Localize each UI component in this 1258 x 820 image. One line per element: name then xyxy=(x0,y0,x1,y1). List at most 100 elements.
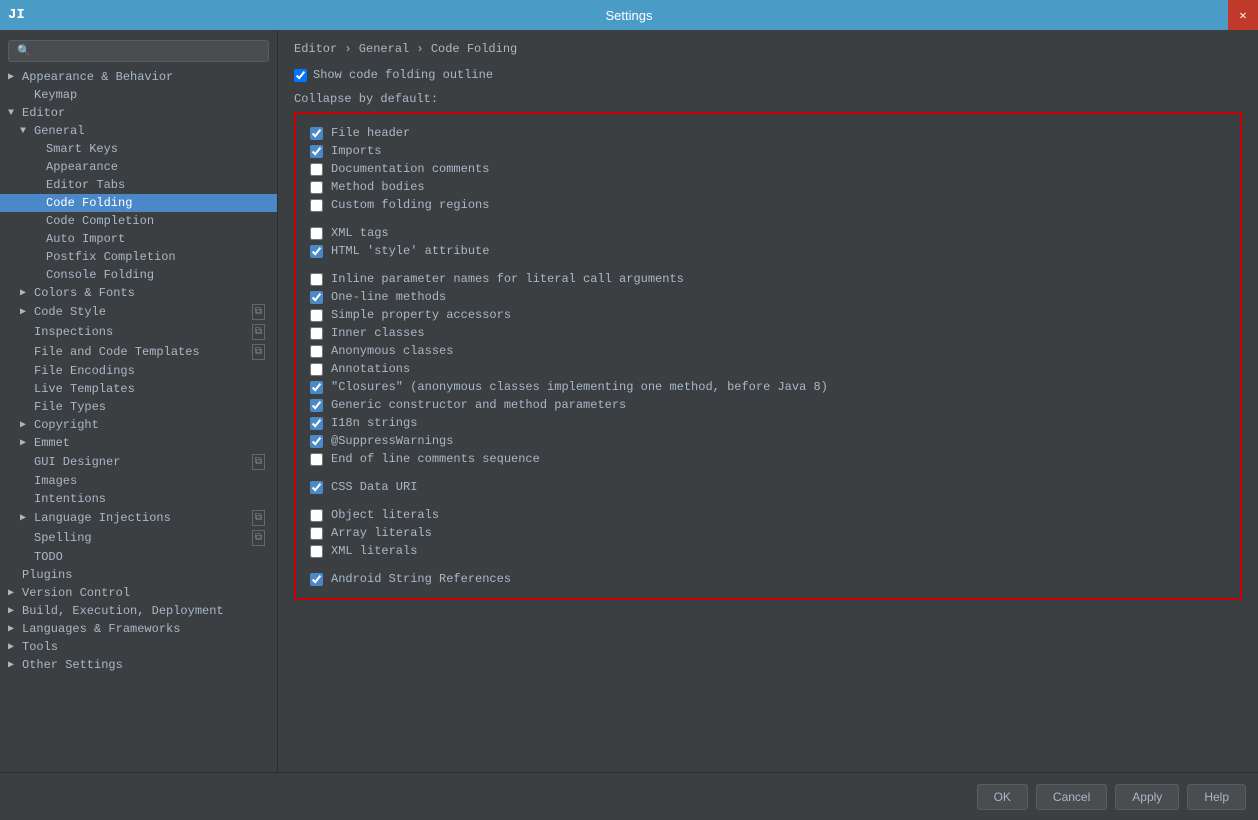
sidebar-item-code-folding[interactable]: Code Folding xyxy=(0,194,277,212)
checkbox-row-imports: Imports xyxy=(310,142,1226,160)
sidebar-item-label: Tools xyxy=(22,640,58,654)
sidebar-item-appearance[interactable]: Appearance xyxy=(0,158,277,176)
checkbox-array-literals[interactable] xyxy=(310,527,323,540)
apply-button[interactable]: Apply xyxy=(1115,784,1179,810)
checkbox-row-closures: "Closures" (anonymous classes implementi… xyxy=(310,378,1226,396)
sidebar-item-copyright[interactable]: ▶Copyright xyxy=(0,416,277,434)
checkbox-label-method-bodies: Method bodies xyxy=(331,180,425,194)
sidebar-item-appearance-behavior[interactable]: ▶Appearance & Behavior xyxy=(0,68,277,86)
folding-options-box: File header Imports Documentation comments… xyxy=(294,112,1242,600)
sidebar-item-label: GUI Designer xyxy=(34,455,120,469)
sidebar-item-todo[interactable]: TODO xyxy=(0,548,277,566)
sidebar-item-label: File and Code Templates xyxy=(34,345,200,359)
checkbox-file-header[interactable] xyxy=(310,127,323,140)
checkbox-row-generic-constructor: Generic constructor and method parameter… xyxy=(310,396,1226,414)
sidebar-item-file-encodings[interactable]: File Encodings xyxy=(0,362,277,380)
sidebar-item-label: Inspections xyxy=(34,325,113,339)
sidebar-item-code-completion[interactable]: Code Completion xyxy=(0,212,277,230)
checkbox-inner-classes[interactable] xyxy=(310,327,323,340)
help-button[interactable]: Help xyxy=(1187,784,1246,810)
ok-button[interactable]: OK xyxy=(977,784,1028,810)
copy-icon: ⧉ xyxy=(252,304,265,320)
sidebar-item-version-control[interactable]: ▶Version Control xyxy=(0,584,277,602)
sidebar-item-general[interactable]: ▼General xyxy=(0,122,277,140)
checkbox-doc-comments[interactable] xyxy=(310,163,323,176)
checkbox-android-string[interactable] xyxy=(310,573,323,586)
search-input[interactable] xyxy=(36,44,260,58)
checkbox-inline-param[interactable] xyxy=(310,273,323,286)
show-outline-checkbox[interactable] xyxy=(294,69,307,82)
sidebar-item-other-settings[interactable]: ▶Other Settings xyxy=(0,656,277,674)
show-outline-label: Show code folding outline xyxy=(313,68,493,82)
checkbox-xml-literals[interactable] xyxy=(310,545,323,558)
checkbox-label-annotations: Annotations xyxy=(331,362,410,376)
checkbox-group-separator xyxy=(310,468,1226,478)
checkbox-anonymous-classes[interactable] xyxy=(310,345,323,358)
sidebar-item-label: Editor Tabs xyxy=(46,178,125,192)
checkbox-imports[interactable] xyxy=(310,145,323,158)
sidebar-item-emmet[interactable]: ▶Emmet xyxy=(0,434,277,452)
sidebar-item-postfix-completion[interactable]: Postfix Completion xyxy=(0,248,277,266)
sidebar-item-keymap[interactable]: Keymap xyxy=(0,86,277,104)
sidebar-item-colors-fonts[interactable]: ▶Colors & Fonts xyxy=(0,284,277,302)
checkbox-label-xml-tags: XML tags xyxy=(331,226,389,240)
close-button[interactable]: ✕ xyxy=(1228,0,1258,30)
sidebar-item-auto-import[interactable]: Auto Import xyxy=(0,230,277,248)
checkbox-label-anonymous-classes: Anonymous classes xyxy=(331,344,453,358)
checkbox-label-doc-comments: Documentation comments xyxy=(331,162,489,176)
sidebar-item-label: Language Injections xyxy=(34,511,171,525)
sidebar-item-plugins[interactable]: Plugins xyxy=(0,566,277,584)
checkbox-label-file-header: File header xyxy=(331,126,410,140)
search-icon: 🔍 xyxy=(17,44,31,58)
sidebar-item-tools[interactable]: ▶ Tools xyxy=(0,638,277,656)
checkbox-custom-folding[interactable] xyxy=(310,199,323,212)
checkbox-css-data-uri[interactable] xyxy=(310,481,323,494)
checkbox-method-bodies[interactable] xyxy=(310,181,323,194)
sidebar-item-label: Other Settings xyxy=(22,658,123,672)
checkbox-row-array-literals: Array literals xyxy=(310,524,1226,542)
search-box[interactable]: 🔍 xyxy=(8,40,269,62)
checkbox-i18n[interactable] xyxy=(310,417,323,430)
sidebar-item-languages-frameworks[interactable]: ▶Languages & Frameworks xyxy=(0,620,277,638)
sidebar: 🔍 ▶Appearance & Behavior Keymap ▼Editor▼Ge… xyxy=(0,30,278,772)
sidebar-item-label: Keymap xyxy=(34,88,77,102)
copy-icon: ⧉ xyxy=(252,324,265,340)
checkbox-xml-tags[interactable] xyxy=(310,227,323,240)
sidebar-item-language-injections[interactable]: ▶Language Injections⧉ xyxy=(0,508,277,528)
checkbox-label-android-string: Android String References xyxy=(331,572,511,586)
sidebar-item-label: Images xyxy=(34,474,77,488)
sidebar-item-intentions[interactable]: Intentions xyxy=(0,490,277,508)
sidebar-item-live-templates[interactable]: Live Templates xyxy=(0,380,277,398)
checkbox-row-css-data-uri: CSS Data URI xyxy=(310,478,1226,496)
checkbox-end-of-line[interactable] xyxy=(310,453,323,466)
checkbox-label-closures: "Closures" (anonymous classes implementi… xyxy=(331,380,828,394)
sidebar-item-code-style[interactable]: ▶Code Style⧉ xyxy=(0,302,277,322)
checkbox-object-literals[interactable] xyxy=(310,509,323,522)
arrow-icon: ▶ xyxy=(8,641,18,653)
sidebar-item-spelling[interactable]: Spelling⧉ xyxy=(0,528,277,548)
cancel-button[interactable]: Cancel xyxy=(1036,784,1107,810)
sidebar-item-gui-designer[interactable]: GUI Designer⧉ xyxy=(0,452,277,472)
sidebar-item-editor[interactable]: ▼Editor xyxy=(0,104,277,122)
sidebar-item-console-folding[interactable]: Console Folding xyxy=(0,266,277,284)
sidebar-item-smart-keys[interactable]: Smart Keys xyxy=(0,140,277,158)
checkbox-generic-constructor[interactable] xyxy=(310,399,323,412)
sidebar-item-label: Plugins xyxy=(22,568,72,582)
checkbox-closures[interactable] xyxy=(310,381,323,394)
checkbox-suppress-warnings[interactable] xyxy=(310,435,323,448)
sidebar-item-build-execution[interactable]: ▶Build, Execution, Deployment xyxy=(0,602,277,620)
checkbox-label-generic-constructor: Generic constructor and method parameter… xyxy=(331,398,626,412)
collapse-default-label: Collapse by default: xyxy=(294,92,1242,106)
sidebar-item-file-code-templates[interactable]: File and Code Templates⧉ xyxy=(0,342,277,362)
checkbox-one-line[interactable] xyxy=(310,291,323,304)
sidebar-item-inspections[interactable]: Inspections ⧉ xyxy=(0,322,277,342)
sidebar-item-editor-tabs[interactable]: Editor Tabs xyxy=(0,176,277,194)
right-panel: Editor › General › Code Folding Show cod… xyxy=(278,30,1258,772)
sidebar-item-label: Spelling xyxy=(34,531,92,545)
sidebar-item-images[interactable]: Images xyxy=(0,472,277,490)
checkbox-html-style[interactable] xyxy=(310,245,323,258)
app-logo: JI xyxy=(8,7,25,23)
sidebar-item-file-types[interactable]: File Types xyxy=(0,398,277,416)
checkbox-annotations[interactable] xyxy=(310,363,323,376)
checkbox-simple-property[interactable] xyxy=(310,309,323,322)
